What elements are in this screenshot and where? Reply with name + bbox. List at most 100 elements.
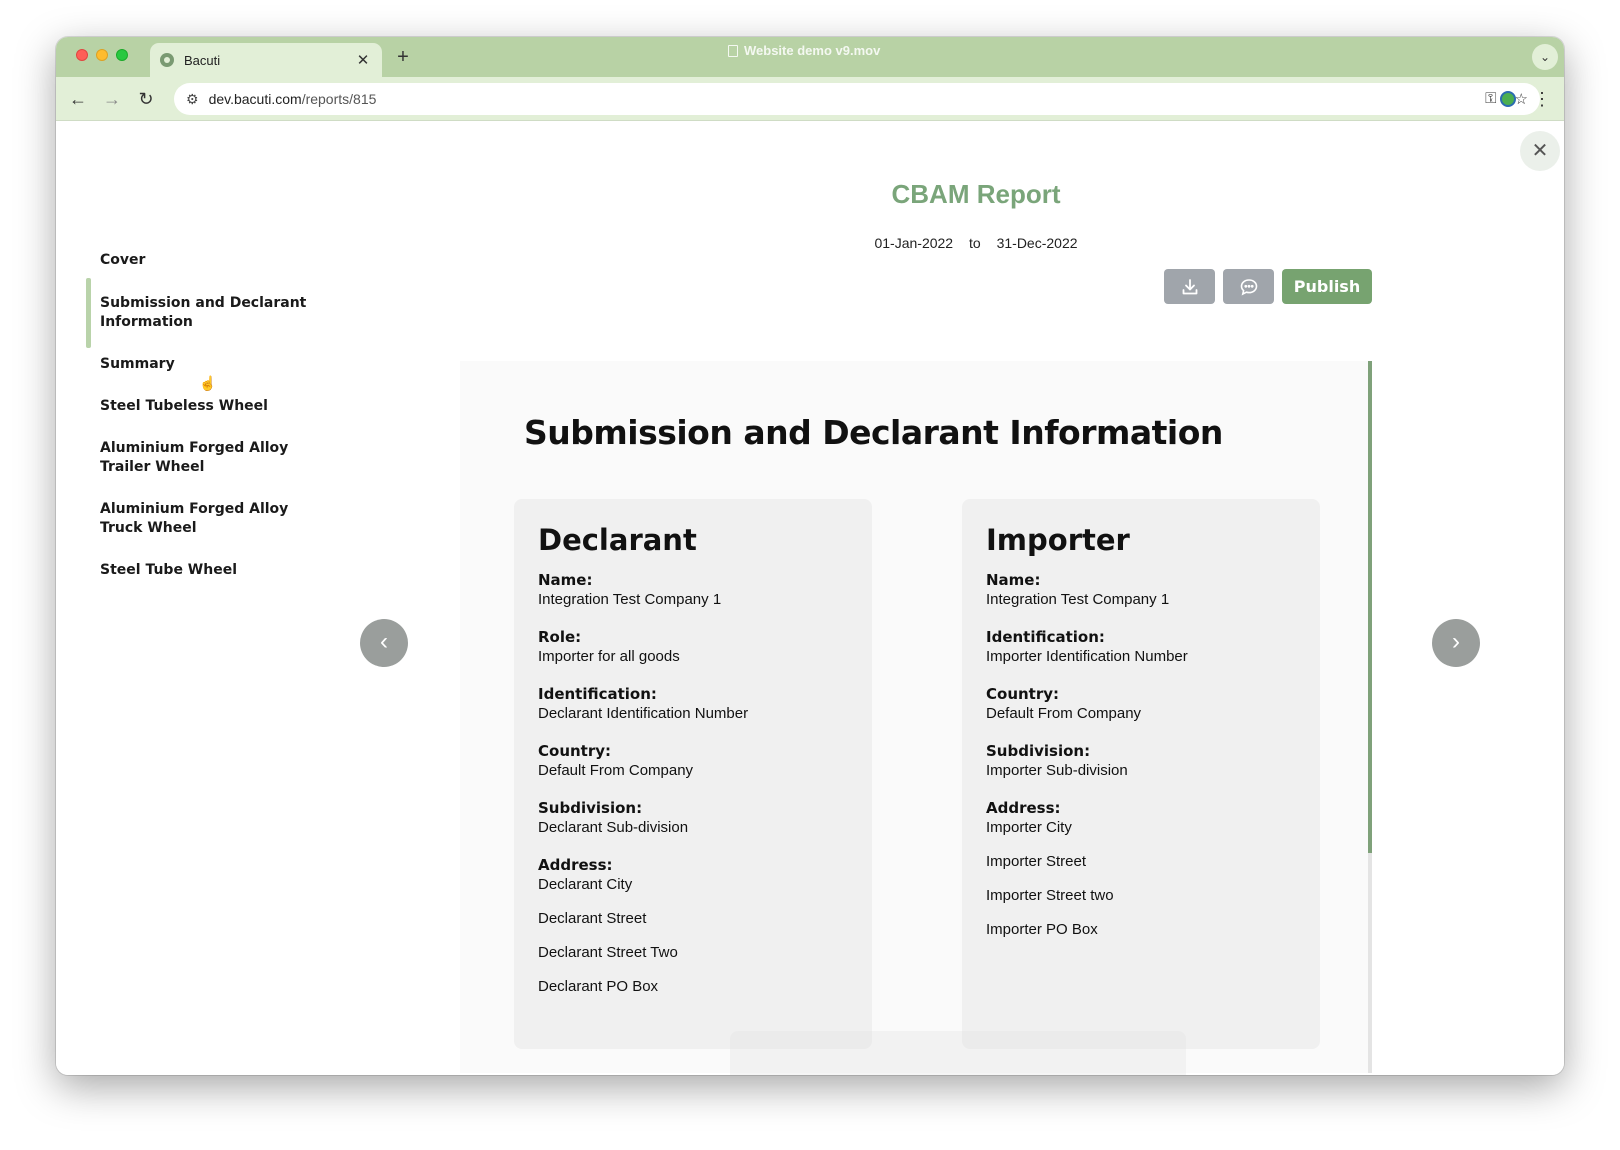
declarant-title: Declarant	[538, 523, 697, 557]
window-controls	[76, 49, 128, 61]
sidebar-item-aluminium-truck-wheel[interactable]: Aluminium Forged Alloy Truck Wheel	[86, 500, 316, 538]
address-line: Importer Street two	[986, 887, 1114, 904]
importer-subdivision-field: Subdivision: Importer Sub-division	[986, 742, 1296, 780]
importer-card: Importer Name: Integration Test Company …	[962, 499, 1320, 1049]
field-label: Country:	[986, 685, 1060, 703]
download-icon	[1182, 278, 1197, 294]
reload-icon: ↻	[138, 89, 154, 109]
field-value: Integration Test Company 1	[986, 591, 1170, 608]
close-report-button[interactable]: ✕	[1520, 131, 1560, 171]
report-viewer: ✕ CBAM Report 01-Jan-2022 to 31-Dec-2022…	[56, 121, 1564, 1075]
importer-name-field: Name: Integration Test Company 1	[986, 571, 1296, 609]
chevron-right-icon: ›	[1452, 628, 1460, 655]
declarant-subdivision-field: Subdivision: Declarant Sub-division	[538, 799, 848, 837]
field-value: Integration Test Company 1	[538, 591, 722, 608]
date-to: 31-Dec-2022	[996, 235, 1078, 251]
favicon-icon	[160, 53, 174, 67]
tab-bacuti[interactable]: Bacuti ✕	[150, 43, 382, 77]
back-button[interactable]: ←	[64, 85, 92, 113]
chevron-left-icon: ‹	[380, 628, 388, 655]
field-value: Importer Sub-division	[986, 762, 1128, 779]
address-line: Declarant City	[538, 876, 633, 893]
address-line: Importer Street	[986, 853, 1087, 870]
download-button[interactable]	[1164, 269, 1215, 304]
report-title: CBAM Report	[891, 179, 1061, 209]
field-label: Role:	[538, 628, 582, 646]
site-settings-icon[interactable]: ⚙	[186, 91, 199, 108]
scrollbar-thumb[interactable]	[1368, 361, 1372, 853]
sidebar-item-submission-declarant[interactable]: Submission and Declarant Information	[86, 278, 316, 348]
bookmark-star-icon[interactable]: ☆	[1515, 90, 1528, 108]
extension-icon[interactable]	[1500, 91, 1516, 107]
sidebar-item-steel-tube-wheel[interactable]: Steel Tube Wheel	[86, 561, 316, 580]
maximize-window-button[interactable]	[116, 49, 128, 61]
page-heading: Submission and Declarant Information	[524, 413, 1223, 452]
comment-icon	[1240, 278, 1257, 295]
url-text[interactable]: dev.bacuti.com/reports/815	[209, 91, 1486, 107]
browser-toolbar: ← → ↻ ⚙ dev.bacuti.com/reports/815 ⚿ ☆ ⋮	[56, 77, 1564, 121]
importer-country-field: Country: Default From Company	[986, 685, 1296, 723]
importer-address-field: Address: Importer City Importer Street I…	[986, 799, 1296, 939]
field-label: Identification:	[538, 685, 657, 703]
address-line: Declarant Street	[538, 910, 647, 927]
report-page: Submission and Declarant Information Dec…	[460, 361, 1368, 1073]
url-path: /reports/815	[301, 91, 377, 107]
close-window-button[interactable]	[76, 49, 88, 61]
browser-menu-button[interactable]: ⋮	[1532, 85, 1552, 113]
publish-button[interactable]: Publish	[1282, 269, 1372, 304]
url-host: dev.bacuti.com	[208, 91, 302, 107]
hand-cursor-icon: ☝	[199, 375, 217, 391]
declarant-card: Declarant Name: Integration Test Company…	[514, 499, 872, 1049]
field-label: Country:	[538, 742, 612, 760]
field-value: Importer Identification Number	[986, 648, 1188, 665]
sidebar-item-summary[interactable]: Summary	[86, 355, 316, 374]
field-label: Subdivision:	[538, 799, 643, 817]
comment-button[interactable]	[1223, 269, 1274, 304]
password-key-icon[interactable]: ⚿	[1485, 90, 1496, 108]
field-value: Default From Company	[986, 705, 1142, 722]
declarant-address-field: Address: Declarant City Declarant Street…	[538, 856, 848, 996]
sidebar-item-aluminium-trailer-wheel[interactable]: Aluminium Forged Alloy Trailer Wheel	[86, 439, 316, 477]
video-controls-overlay	[730, 1031, 1186, 1075]
importer-title: Importer	[986, 523, 1130, 557]
declarant-role-field: Role: Importer for all goods	[538, 628, 848, 666]
next-page-button[interactable]: ›	[1432, 619, 1480, 667]
sidebar-item-cover[interactable]: Cover	[86, 251, 316, 270]
minimize-window-button[interactable]	[96, 49, 108, 61]
tab-close-icon[interactable]: ✕	[354, 51, 372, 69]
report-actions: Publish	[1164, 269, 1372, 304]
field-label: Name:	[986, 571, 1041, 589]
tab-search-button[interactable]: ⌄	[1532, 44, 1558, 70]
importer-identification-field: Identification: Importer Identification …	[986, 628, 1296, 666]
close-icon: ✕	[1531, 140, 1549, 162]
date-separator: to	[969, 235, 981, 251]
video-title: Website demo v9.mov	[728, 43, 880, 58]
declarant-country-field: Country: Default From Company	[538, 742, 848, 780]
more-vert-icon: ⋮	[1533, 89, 1551, 109]
new-tab-button[interactable]: +	[391, 45, 415, 69]
field-label: Name:	[538, 571, 593, 589]
document-icon	[728, 44, 738, 57]
chevron-down-icon: ⌄	[1539, 50, 1551, 64]
address-line: Importer PO Box	[986, 921, 1098, 938]
previous-page-button[interactable]: ‹	[360, 619, 408, 667]
date-from: 01-Jan-2022	[874, 235, 954, 251]
field-value: Default From Company	[538, 762, 694, 779]
arrow-right-icon: →	[103, 89, 121, 109]
field-value: Declarant Identification Number	[538, 705, 749, 722]
field-value: Importer for all goods	[538, 648, 680, 665]
address-line: Declarant PO Box	[538, 978, 659, 995]
tab-title: Bacuti	[184, 52, 221, 68]
field-label: Address:	[986, 799, 1061, 817]
address-bar[interactable]: ⚙ dev.bacuti.com/reports/815 ⚿ ☆	[174, 83, 1540, 115]
report-sections-nav: Cover Submission and Declarant Informati…	[86, 251, 316, 603]
sidebar-item-steel-tubeless-wheel[interactable]: Steel Tubeless Wheel	[86, 397, 316, 416]
field-label: Subdivision:	[986, 742, 1091, 760]
page-scrollbar[interactable]	[1368, 361, 1372, 1073]
field-label: Address:	[538, 856, 613, 874]
address-line: Importer City	[986, 819, 1072, 836]
arrow-left-icon: ←	[69, 89, 87, 109]
forward-button[interactable]: →	[98, 85, 126, 113]
video-title-text: Website demo v9.mov	[744, 43, 881, 58]
reload-button[interactable]: ↻	[132, 85, 160, 113]
